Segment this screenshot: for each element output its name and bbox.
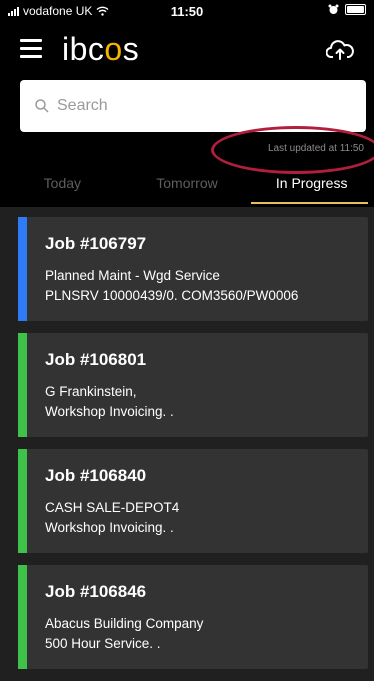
job-description: G Frankinstein, — [45, 384, 137, 399]
job-title: Job #106797 — [45, 234, 147, 253]
job-details: Workshop Invoicing. . — [45, 520, 174, 535]
tab-today[interactable]: Today — [0, 167, 125, 207]
alarm-icon — [328, 4, 339, 14]
job-status-bar — [18, 217, 27, 321]
job-title: Job #106801 — [45, 350, 147, 369]
job-status-bar — [18, 565, 27, 669]
job-title: Job #106846 — [45, 582, 147, 601]
search-input[interactable] — [55, 96, 349, 116]
cloud-upload-icon[interactable] — [326, 38, 354, 62]
status-time: 11:50 — [170, 4, 204, 19]
job-status-bar — [18, 333, 27, 437]
logo-text-o: o — [104, 31, 123, 67]
hamburger-menu-icon[interactable] — [20, 39, 42, 59]
job-details: Workshop Invoicing. . — [45, 404, 174, 419]
job-card[interactable]: Job #106797 Planned Maint - Wgd Service … — [18, 217, 368, 321]
job-status-bar — [18, 449, 27, 553]
job-description: Abacus Building Company — [45, 616, 204, 631]
job-details: PLNSRV 10000439/0. COM3560/PW0006 — [45, 288, 299, 303]
job-description: Planned Maint - Wgd Service — [45, 268, 220, 283]
battery-icon — [345, 4, 366, 15]
job-card[interactable]: Job #106840 CASH SALE-DEPOT4 Workshop In… — [18, 449, 368, 553]
app-logo: ibc o s — [62, 31, 139, 68]
tab-tomorrow[interactable]: Tomorrow — [125, 167, 250, 207]
job-card[interactable]: Job #106846 Abacus Building Company 500 … — [18, 565, 368, 669]
search-icon — [35, 99, 49, 113]
logo-text-suffix: s — [122, 31, 140, 67]
job-list: Job #106797 Planned Maint - Wgd Service … — [18, 217, 368, 681]
job-card[interactable]: Job #106801 G Frankinstein, Workshop Inv… — [18, 333, 368, 437]
app-bar: ibc o s — [0, 28, 374, 72]
logo-text-prefix: ibc — [62, 31, 105, 67]
tab-bar: Today Tomorrow In Progress — [0, 167, 374, 207]
job-details: 500 Hour Service. . — [45, 636, 161, 651]
status-bar: vodafone UK 11:50 — [0, 0, 374, 22]
job-title: Job #106840 — [45, 466, 147, 485]
search-box[interactable] — [20, 80, 366, 132]
job-description: CASH SALE-DEPOT4 — [45, 500, 180, 515]
status-right — [328, 4, 366, 15]
tab-in-progress[interactable]: In Progress — [249, 167, 374, 207]
